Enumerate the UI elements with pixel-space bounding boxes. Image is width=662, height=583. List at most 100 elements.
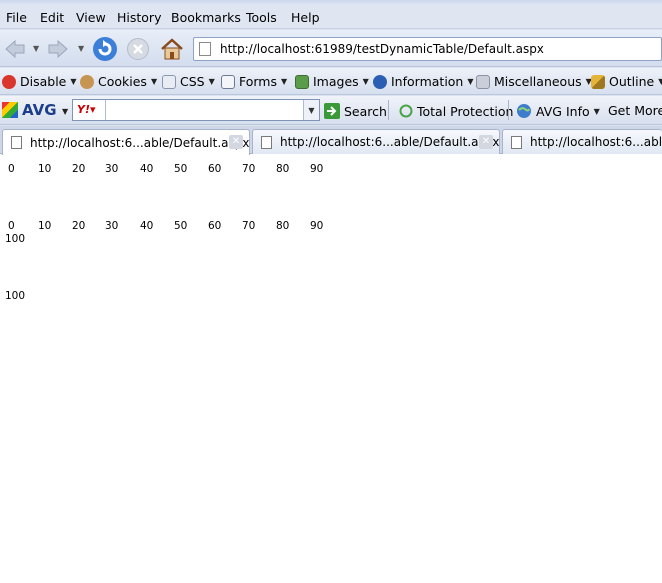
- avg-info-button[interactable]: AVG Info ▼: [516, 103, 600, 119]
- address-bar[interactable]: http://localhost:61989/testDynamicTable/…: [193, 37, 662, 61]
- get-more-button[interactable]: Get More: [608, 103, 662, 118]
- search-arrow-icon: [324, 103, 340, 119]
- table-cell: 20: [72, 163, 86, 175]
- cookies-menu[interactable]: Cookies ▼: [80, 74, 157, 89]
- forms-icon: [221, 74, 235, 89]
- close-tab-icon[interactable]: ✕: [229, 135, 243, 149]
- outline-menu[interactable]: Outline ▼: [591, 74, 662, 89]
- yahoo-search-engine-icon[interactable]: Y!▾: [77, 103, 96, 116]
- table-cell: 90: [310, 163, 324, 175]
- forward-history-caret[interactable]: ▼: [78, 44, 84, 53]
- avg-search-box: Y!▾ ▼: [72, 99, 320, 121]
- home-icon: [161, 38, 183, 60]
- tab-1[interactable]: http://localhost:6...able/Default.aspx ✕: [2, 129, 250, 155]
- get-more-label: Get More: [608, 103, 662, 118]
- table-cell: 10: [38, 220, 52, 232]
- total-protection-button[interactable]: Total Protection: [399, 103, 513, 119]
- tab-2[interactable]: http://localhost:6...able/Default.aspx ✕: [252, 129, 500, 154]
- tab-title: http://localhost:6...able/Default.aspx: [530, 135, 662, 149]
- chevron-down-icon: ▼: [208, 77, 215, 86]
- forward-button[interactable]: [46, 37, 70, 61]
- reload-icon: [93, 37, 117, 61]
- menu-bookmarks[interactable]: Bookmarks: [171, 10, 241, 25]
- table-cell: 30: [105, 163, 119, 175]
- back-button[interactable]: [3, 37, 27, 61]
- table-cell: 10: [38, 163, 52, 175]
- chevron-down-icon: ▼: [281, 77, 288, 86]
- table-cell: 70: [242, 163, 256, 175]
- table-cell: 90: [310, 220, 324, 232]
- chevron-down-icon: ▼: [467, 77, 474, 86]
- stop-icon: [127, 38, 149, 60]
- disable-menu[interactable]: Disable ▼: [2, 74, 77, 89]
- disable-icon: [2, 74, 16, 89]
- css-menu[interactable]: CSS ▼: [162, 74, 215, 89]
- total-protection-label: Total Protection: [417, 103, 514, 119]
- chevron-down-icon: ▼: [593, 106, 600, 116]
- menu-edit[interactable]: Edit: [40, 10, 64, 25]
- avg-menu-caret[interactable]: ▼: [62, 107, 68, 116]
- table-cell: 100: [5, 290, 26, 302]
- tab-title: http://localhost:6...able/Default.aspx: [30, 135, 250, 150]
- cookie-icon: [80, 74, 94, 89]
- menu-help[interactable]: Help: [291, 10, 320, 25]
- reload-button[interactable]: [92, 36, 118, 62]
- information-menu[interactable]: Information ▼: [373, 74, 474, 89]
- avg-toolbar: AVG ▼ Y!▾ ▼ Search Total Protection AVG …: [0, 96, 662, 125]
- menu-history[interactable]: History: [117, 10, 161, 25]
- information-label: Information: [391, 74, 464, 89]
- table-cell: 100: [5, 233, 26, 245]
- chevron-down-icon: ▼: [150, 77, 158, 86]
- search-history-dropdown[interactable]: ▼: [303, 100, 319, 120]
- table-cell: 50: [174, 220, 188, 232]
- avg-logo-icon: [2, 102, 18, 118]
- menu-file[interactable]: File: [6, 10, 27, 25]
- avg-search-button[interactable]: Search: [324, 103, 387, 119]
- miscellaneous-label: Miscellaneous: [494, 74, 582, 89]
- cookies-label: Cookies: [98, 74, 147, 89]
- table-cell: 0: [8, 220, 15, 232]
- table-cell: 60: [208, 220, 222, 232]
- miscellaneous-menu[interactable]: Miscellaneous ▼: [476, 74, 592, 89]
- page-icon: [11, 136, 22, 149]
- avg-search-label: Search: [344, 103, 387, 119]
- toolbar-separator: [508, 100, 509, 120]
- table-cell: 30: [105, 220, 119, 232]
- back-history-caret[interactable]: ▼: [33, 44, 39, 53]
- outline-pencil-icon: [591, 74, 605, 89]
- shield-refresh-icon: [399, 104, 413, 118]
- avg-logo-text: AVG: [22, 101, 57, 119]
- address-url[interactable]: http://localhost:61989/testDynamicTable/…: [220, 42, 544, 56]
- avg-search-input[interactable]: [105, 100, 303, 120]
- menu-view[interactable]: View: [76, 10, 106, 25]
- page-content: 0 10 20 30 40 50 60 70 80 90 0 10 20 30 …: [0, 155, 662, 583]
- home-button[interactable]: [159, 36, 185, 62]
- back-arrow-icon: [5, 39, 25, 59]
- images-menu[interactable]: Images ▼: [295, 74, 369, 89]
- css-label: CSS: [180, 74, 205, 89]
- forms-label: Forms: [239, 74, 278, 89]
- avg-logo[interactable]: AVG: [2, 101, 57, 119]
- stop-button[interactable]: [126, 37, 150, 61]
- close-tab-icon[interactable]: ✕: [479, 135, 493, 149]
- table-cell: 70: [242, 220, 256, 232]
- images-label: Images: [313, 74, 359, 89]
- outline-label: Outline: [609, 74, 655, 89]
- table-cell: 50: [174, 163, 188, 175]
- css-icon: [162, 74, 176, 89]
- tab-3[interactable]: http://localhost:6...able/Default.aspx: [502, 129, 662, 154]
- page-icon: [199, 42, 211, 56]
- table-cell: 60: [208, 163, 222, 175]
- page-icon: [511, 135, 522, 149]
- miscellaneous-icon: [476, 74, 490, 89]
- images-icon: [295, 74, 309, 89]
- globe-icon: [517, 104, 531, 118]
- browser-chrome: File Edit View History Bookmarks Tools H…: [0, 0, 662, 155]
- chevron-down-icon: ▼: [658, 77, 662, 86]
- information-icon: [373, 74, 387, 89]
- table-cell: 40: [140, 163, 154, 175]
- forms-menu[interactable]: Forms ▼: [221, 74, 287, 89]
- avg-info-label: AVG Info: [536, 103, 590, 119]
- menu-tools[interactable]: Tools: [246, 10, 277, 25]
- disable-label: Disable: [20, 74, 67, 89]
